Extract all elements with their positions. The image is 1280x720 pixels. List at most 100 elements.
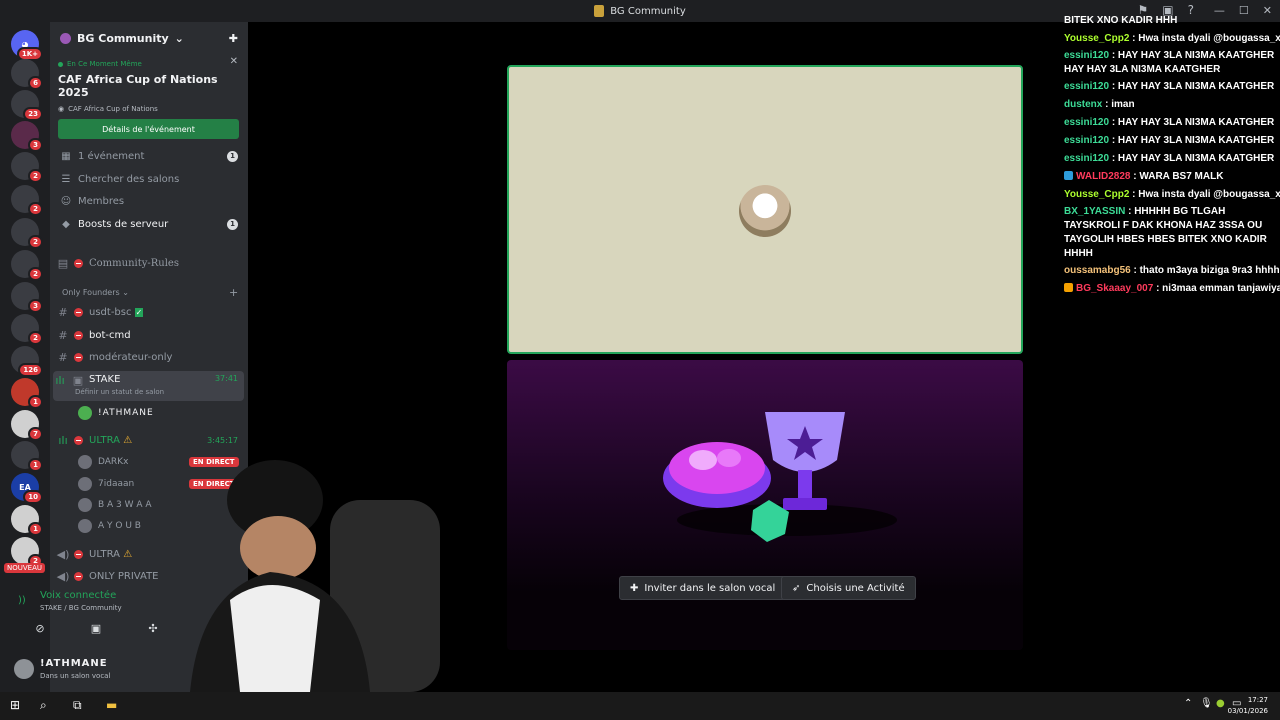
task-view-icon[interactable]: ⧉ — [73, 698, 82, 713]
no-entry-icon — [74, 307, 83, 317]
check-icon: ✓ — [134, 307, 144, 317]
chat-message: dustenx : iman — [1064, 99, 1135, 110]
server-icon[interactable]: 1 — [11, 378, 43, 409]
user-name: !ATHMANE — [40, 658, 108, 669]
server-icon[interactable]: 3 — [11, 282, 43, 313]
server-badge: 23 — [23, 107, 43, 121]
voice-channel-stake[interactable]: ıIı ▣ STAKE 37:41 Définir un statut de s… — [53, 371, 244, 401]
user-status: Dans un salon vocal — [40, 672, 111, 680]
home-button[interactable]: ◕ 1K+ — [11, 30, 43, 61]
channel-usdt-bsc[interactable]: # usdt-bsc ✓ — [56, 302, 244, 322]
face-shape — [240, 516, 316, 580]
chat-message: essini120 : HAY HAY 3LA NI3MA KAATGHER — [1064, 81, 1275, 92]
server-icon[interactable]: 1 — [11, 441, 43, 472]
microphone-icon[interactable]: 🎙 — [1200, 698, 1213, 709]
file-explorer-icon[interactable]: ▬ — [106, 698, 117, 712]
browse-icon: ☰ — [61, 173, 71, 185]
server-logo-icon — [594, 5, 605, 17]
server-badge: 1 — [28, 458, 43, 472]
no-entry-icon — [74, 330, 83, 340]
activity-panel — [507, 360, 1023, 650]
server-badge: 2 — [28, 331, 43, 345]
server-badge: 2 — [28, 169, 43, 183]
server-icon[interactable]: 2 — [11, 250, 43, 281]
add-member-icon[interactable]: ✚ — [229, 32, 238, 45]
server-icon[interactable]: 1 — [11, 505, 43, 536]
chevron-up-icon[interactable]: ⌃ — [1184, 698, 1192, 709]
count-badge: 1 — [227, 150, 238, 162]
server-icon[interactable]: 2 — [11, 152, 43, 183]
search-icon[interactable]: ⌕ — [40, 698, 47, 713]
menu-item-boosts[interactable]: ◆ Boosts de serveur 1 — [60, 214, 240, 234]
boost-icon: ◆ — [62, 218, 70, 230]
chat-message: Yousse_Cpp2 : Hwa insta dyali @bougassa_… — [1064, 33, 1280, 44]
server-icon[interactable]: 2 — [11, 185, 43, 216]
avatar[interactable] — [14, 659, 34, 679]
menu-item-events[interactable]: ▦ 1 événement 1 — [60, 146, 240, 166]
event-details-button[interactable]: Détails de l'événement — [58, 119, 239, 139]
taskbar-clock[interactable]: 17:27 03/01/2026 — [1228, 695, 1268, 717]
avatar — [739, 185, 791, 237]
speaker-icon: ◀) — [56, 547, 70, 561]
platform-icon — [1064, 283, 1073, 292]
voice-active-icon: ıIı — [58, 433, 68, 447]
server-badge: 3 — [28, 299, 43, 313]
chevron-down-icon: ⌄ — [174, 31, 184, 45]
channel-bot-cmd[interactable]: # bot-cmd — [56, 325, 244, 345]
server-icon[interactable]: 23 — [11, 90, 43, 121]
server-icon[interactable]: 2 — [11, 218, 43, 249]
camera-off-icon[interactable]: ⊘ — [30, 622, 50, 638]
voice-timer: 37:41 — [214, 374, 238, 383]
server-icon[interactable]: 6 — [11, 59, 43, 90]
voice-user[interactable]: !ATHMANE — [78, 404, 154, 422]
server-badge: 2 — [28, 235, 43, 249]
server-icon[interactable]: 2 — [11, 314, 43, 345]
windows-start-icon[interactable]: ⊞ — [10, 698, 20, 712]
screen-share-icon[interactable]: ▣ — [86, 622, 106, 638]
chat-message: BG_Skaaay_007 : ni3maa emman tanjawiya — [1064, 280, 1280, 298]
tray-app-icon[interactable]: ● — [1216, 698, 1225, 709]
guild-name: BG Community — [77, 31, 169, 45]
guild-header[interactable]: BG Community ⌄ ✚ — [50, 22, 248, 54]
channel-status[interactable]: Définir un statut de salon — [75, 388, 164, 396]
chat-message: WALID2828 : WARA BS7 MALK — [1064, 168, 1280, 186]
server-icon[interactable]: 2 — [11, 537, 43, 568]
channel-moderateur-only[interactable]: # modérateur-only — [56, 347, 244, 367]
count-badge: 1 — [227, 218, 238, 230]
voice-user[interactable]: B A 3 W A A — [78, 496, 152, 514]
server-icon[interactable]: 7 — [11, 410, 43, 441]
voice-user[interactable]: 7idaaan — [78, 475, 134, 493]
shell-icon — [663, 442, 771, 508]
clock-time: 17:27 — [1247, 696, 1268, 704]
category-only-founders[interactable]: Only Founders ⌄ — [62, 288, 129, 297]
chat-message: essini120 : HAY HAY 3LA NI3MA KAATGHER — [1064, 117, 1275, 128]
menu-item-browse-channels[interactable]: ☰ Chercher des salons — [60, 169, 240, 189]
choose-activity-button[interactable]: ➶ Choisis une Activité — [781, 576, 916, 600]
channel-community-rules[interactable]: ▤ Community-Rules — [56, 253, 244, 273]
server-badge: 6 — [28, 76, 43, 90]
warning-icon: ⚠ — [123, 548, 133, 560]
signal-icon: )) — [18, 595, 26, 606]
voice-user[interactable]: DARKx — [78, 453, 128, 471]
no-entry-icon — [74, 352, 83, 362]
server-badge: 10 — [23, 490, 43, 504]
voice-connected-label[interactable]: Voix connectée — [40, 590, 116, 601]
hash-icon: # — [58, 350, 68, 364]
server-icon[interactable]: EA 10 — [11, 473, 43, 504]
chat-message: BX_1YASSIN : HHHHH BG TLGAH TAYSKROLI F … — [1064, 206, 1267, 259]
event-live-label: En Ce Moment Même — [58, 60, 240, 68]
members-icon: ☺ — [60, 195, 72, 207]
chat-message: Yousse_Cpp2 : Hwa insta dyali @bougassa_… — [1064, 189, 1280, 200]
close-icon[interactable]: ✕ — [230, 56, 238, 67]
invite-to-voice-button[interactable]: ✚ Inviter dans le salon vocal — [619, 576, 787, 600]
shirt-shape — [230, 585, 320, 692]
new-badge: NOUVEAU — [4, 563, 45, 573]
activity-illustration — [663, 412, 897, 542]
menu-item-members[interactable]: ☺ Membres — [60, 191, 240, 211]
webcam-overlay — [160, 440, 450, 692]
voice-user[interactable]: A Y O U B — [78, 517, 141, 535]
server-icon[interactable]: 126 — [11, 346, 43, 377]
voice-location[interactable]: STAKE / BG Community — [40, 604, 122, 612]
add-channel-icon[interactable]: + — [229, 286, 238, 299]
server-icon[interactable]: 3 — [11, 121, 43, 152]
